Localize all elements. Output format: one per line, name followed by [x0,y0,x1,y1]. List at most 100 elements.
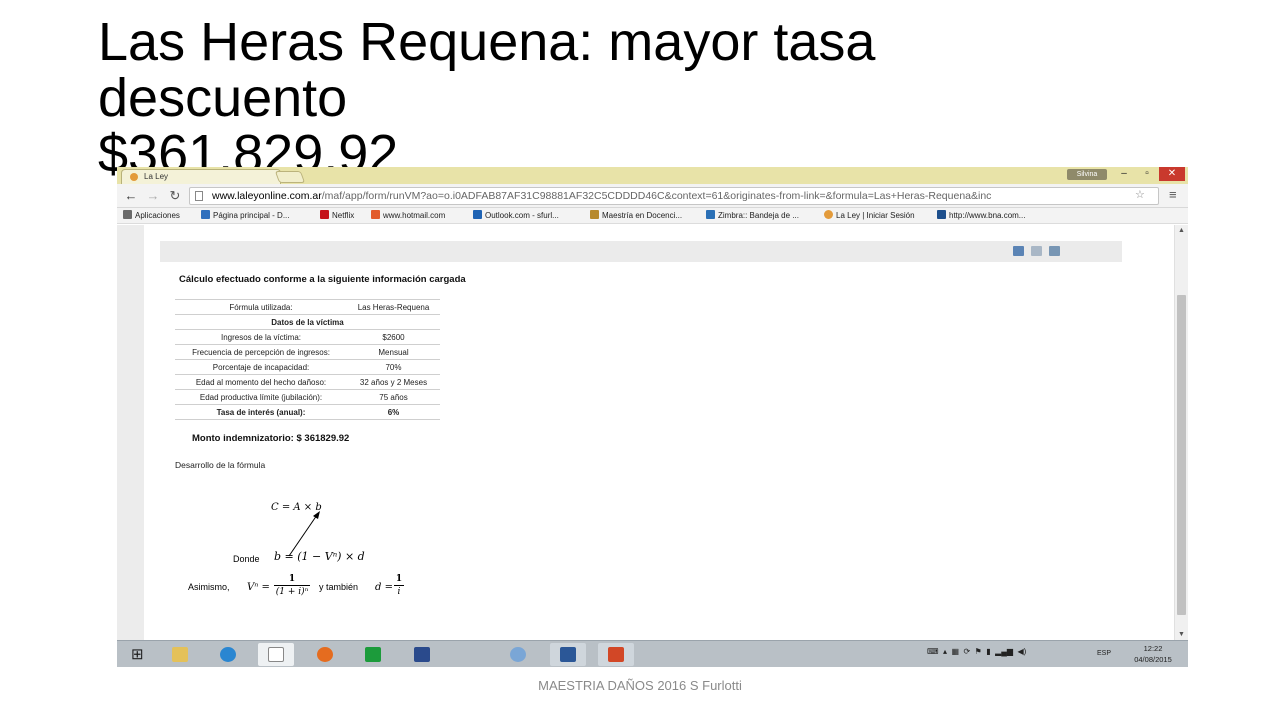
url-host: www.laleyonline.com.ar [212,190,322,202]
slide-title: Las Heras Requena: mayor tasa descuento … [98,12,876,184]
formula-b: b = (1 − Vⁿ) × d [274,550,365,563]
monto-indemnizatorio: Monto indemnizatorio: $ 361829.92 [192,433,350,444]
menu-icon[interactable]: ≡ [1169,187,1177,202]
paint-icon [510,647,526,662]
bookmark-star-icon[interactable]: ☆ [1135,188,1145,201]
bookmark-item[interactable]: Maestría en Docenci... [590,208,682,223]
maximize-button[interactable]: ▫ [1135,167,1159,181]
vertical-scrollbar[interactable]: ▲ ▼ [1174,225,1188,640]
document-icon [268,647,284,662]
internet-explorer-icon [220,647,236,662]
bookmark-item[interactable]: Netflix [320,208,354,223]
scroll-down-icon[interactable]: ▼ [1178,631,1185,638]
row-label: Tasa de interés (anual): [175,404,347,420]
taskbar-ie[interactable] [210,643,246,666]
row-label: Edad al momento del hecho dañoso: [175,374,347,390]
page-icon [195,191,203,201]
row-label: Frecuencia de percepción de ingresos: [175,344,347,360]
scroll-up-icon[interactable]: ▲ [1178,227,1185,234]
taskbar-store[interactable] [355,643,391,666]
table-row: Tasa de interés (anual): 6% [175,404,440,420]
email-icon[interactable] [1049,246,1060,256]
donde-label: Donde [233,554,260,564]
fraction-d: 1 i [394,574,404,598]
taskbar-paint[interactable] [500,643,536,666]
taskbar-explorer[interactable] [162,643,198,666]
row-value: Las Heras-Requena [347,299,440,315]
save-icon[interactable] [1013,246,1024,256]
user-badge[interactable]: Silvina [1067,169,1107,180]
netflix-icon [320,210,329,219]
address-bar[interactable]: www.laleyonline.com.ar/maf/app/form/runV… [189,187,1159,205]
taskbar-firefox[interactable] [307,643,343,666]
outlook-icon [473,210,482,219]
tab-strip: La Ley Silvina – ▫ ✕ [117,167,1188,184]
table-row: Datos de la víctima [175,314,440,330]
fraction-denominator: (1 + i)ⁿ [275,587,309,597]
browser-toolbar: ← → ↻ www.laleyonline.com.ar/maf/app/for… [117,184,1188,208]
table-row: Edad productiva límite (jubilación): 75 … [175,389,440,405]
formula-v-lhs: Vⁿ = [247,582,270,593]
table-row: Fórmula utilizada: Las Heras-Requena [175,299,440,315]
row-label: Ingresos de la víctima: [175,329,347,345]
laley-icon [824,210,833,219]
bookmark-item[interactable]: www.hotmail.com [371,208,445,223]
asimismo-label: Asimismo, [188,582,230,592]
zimbra-icon [706,210,715,219]
bna-icon [937,210,946,219]
row-label: Porcentaje de incapacidad: [175,359,347,375]
section-header: Datos de la víctima [175,314,440,330]
powerpoint-icon [608,647,624,662]
formula-d-lhs: d = [375,582,393,593]
bookmark-item[interactable]: Zimbra:: Bandeja de ... [706,208,799,223]
apps-grid-icon [123,210,132,219]
browser-screenshot: La Ley Silvina – ▫ ✕ ← → ↻ www.laleyonli… [117,167,1188,667]
slide-footer: MAESTRIA DAÑOS 2016 S Furlotti [538,678,742,693]
tambien-label: y también [319,582,359,592]
firefox-icon [317,647,333,662]
taskbar-word[interactable] [550,643,586,666]
row-value: 70% [347,359,440,375]
bookmark-item[interactable]: http://www.bna.com... [937,208,1025,223]
print-icon[interactable] [1031,246,1042,256]
row-label: Fórmula utilizada: [175,299,347,315]
calc-data-table: Fórmula utilizada: Las Heras-Requena Dat… [175,299,440,420]
store-icon [365,647,381,662]
app-icon [414,647,430,662]
desarrollo-heading: Desarrollo de la fórmula [175,460,266,470]
bookmark-item[interactable]: Outlook.com - sfurl... [473,208,559,223]
row-value: Mensual [347,344,440,360]
fraction-numerator: 1 [274,574,310,586]
fraction-v: 1 (1 + i)ⁿ [274,574,310,598]
moodle-icon [590,210,599,219]
microsoft-icon [371,210,380,219]
table-row: Porcentaje de incapacidad: 70% [175,359,440,375]
back-arrow-icon[interactable]: ← [123,188,139,204]
forward-arrow-icon[interactable]: → [145,188,161,204]
row-label: Edad productiva límite (jubilación): [175,389,347,405]
system-tray[interactable]: ⌨ ▴ ▦ ⟳ ⚑ ▮ ▂▄▆ ◀) [927,647,1026,656]
scroll-thumb[interactable] [1177,295,1186,615]
url-path: /maf/app/form/runVM?ao=o.i0ADFAB87AF31C9… [321,190,992,202]
laley-favicon-icon [130,173,138,181]
start-button[interactable]: ⊞ [121,643,157,666]
calc-heading: Cálculo efectuado conforme a la siguient… [179,274,466,285]
reload-icon[interactable]: ↻ [167,188,183,204]
file-explorer-icon [172,647,188,662]
new-tab-button[interactable] [274,171,306,183]
close-button[interactable]: ✕ [1159,167,1185,181]
row-value: $2600 [347,329,440,345]
taskbar-app[interactable] [404,643,440,666]
taskbar-blank-doc[interactable] [258,643,294,666]
clock[interactable]: 12:22 04/08/2015 [1125,643,1181,665]
browser-tab[interactable]: La Ley [121,169,281,184]
minimize-button[interactable]: – [1112,167,1136,181]
bookmark-item[interactable]: Aplicaciones [123,208,180,223]
bookmark-item[interactable]: La Ley | Iniciar Sesión [824,208,915,223]
clock-date: 04/08/2015 [1134,655,1172,664]
fraction-numerator: 1 [394,574,404,586]
table-row: Frecuencia de percepción de ingresos: Me… [175,344,440,360]
language-indicator[interactable]: ESP [1097,650,1111,657]
bookmark-item[interactable]: Página principal - D... [201,208,289,223]
taskbar-powerpoint[interactable] [598,643,634,666]
